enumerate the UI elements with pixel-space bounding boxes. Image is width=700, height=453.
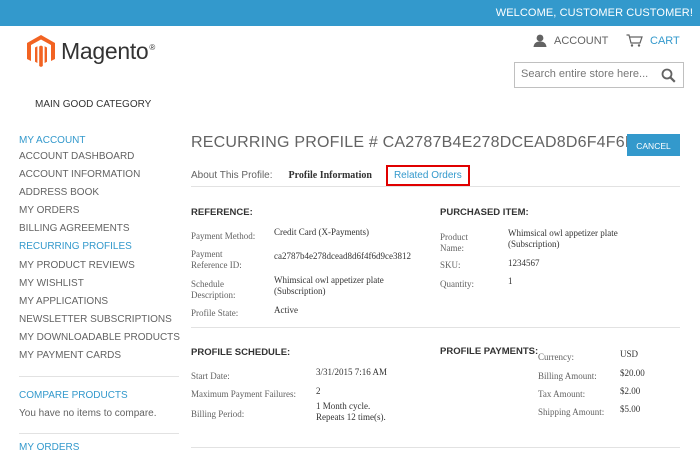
reference-heading: REFERENCE: [191,207,253,218]
schedule-description-label: Schedule Description: [191,279,236,300]
shipping-amount-value: $5.00 [620,404,641,414]
search-icon[interactable] [661,68,676,83]
product-name-value: Whimsical owl appetizer plate (Subscripti… [508,228,618,249]
sidebar-item-account-dashboard[interactable]: ACCOUNT DASHBOARD [19,151,179,169]
billing-period-label: Billing Period: [191,409,245,419]
top-bar: WELCOME, CUSTOMER CUSTOMER! [0,0,700,26]
magento-logo-icon [27,35,55,67]
cancel-button[interactable]: CANCEL [627,134,680,156]
product-name-label: Product Name: [440,232,468,253]
quantity-value: 1 [508,276,513,286]
profile-payments-heading: PROFILE PAYMENTS: [440,346,539,357]
payment-method-label: Payment Method: [191,231,256,241]
currency-value: USD [620,349,639,359]
sidebar-item-my-wishlist[interactable]: MY WISHLIST [19,278,179,296]
cart-icon [626,34,643,47]
compare-products-title: COMPARE PRODUCTS [19,390,128,401]
tax-amount-value: $2.00 [620,386,641,396]
quantity-label: Quantity: [440,279,474,289]
sku-value: 1234567 [508,258,540,268]
page-title: RECURRING PROFILE # CA2787B4E278DCEAD8D6… [191,134,627,151]
account-label: ACCOUNT [554,34,609,47]
cart-link[interactable]: CART [626,34,680,47]
payment-reference-label: Payment Reference ID: [191,249,242,270]
billing-period-value: 1 Month cycle. Repeats 12 time(s). [316,401,386,422]
max-payment-failures-label: Maximum Payment Failures: [191,389,296,399]
cart-label: CART [650,34,680,47]
magento-logo[interactable]: Magento® [26,34,155,68]
search-box [514,62,684,88]
sidebar-item-account-information[interactable]: ACCOUNT INFORMATION [19,169,179,187]
sku-label: SKU: [440,260,461,270]
sidebar-item-my-downloadable-products[interactable]: MY DOWNLOADABLE PRODUCTS [19,332,180,350]
my-orders-block-title: MY ORDERS [19,442,80,453]
tabs-divider [191,186,680,187]
profile-schedule-heading: PROFILE SCHEDULE: [191,347,291,358]
schedule-description-value: Whimsical owl appetizer plate (Subscripti… [274,275,384,296]
billing-amount-label: Billing Amount: [538,371,597,381]
sidebar-divider [19,433,179,434]
tab-related-orders[interactable]: Related Orders [385,165,470,186]
search-input[interactable] [521,68,651,80]
sidebar-divider [19,376,179,377]
sidebar-item-my-payment-cards[interactable]: MY PAYMENT CARDS [19,350,179,368]
currency-label: Currency: [538,352,574,362]
sidebar-item-my-applications[interactable]: MY APPLICATIONS [19,296,179,314]
compare-empty-message: You have no items to compare. [19,408,157,419]
bottom-divider [191,447,680,448]
logo-text: Magento® [61,37,156,64]
sidebar-title: MY ACCOUNT [19,135,86,146]
billing-amount-value: $20.00 [620,368,645,378]
sidebar-item-address-book[interactable]: ADDRESS BOOK [19,187,179,205]
about-profile-label: About This Profile: [191,170,273,181]
start-date-label: Start Date: [191,371,230,381]
sidebar-item-my-product-reviews[interactable]: MY PRODUCT REVIEWS [19,260,179,278]
profile-state-value: Active [274,305,298,315]
payment-method-value: Credit Card (X-Payments) [274,227,369,237]
payment-reference-value: ca2787b4e278dcead8d6f4f6d9ce3812 [274,251,411,261]
sidebar-item-newsletter-subscriptions[interactable]: NEWSLETTER SUBSCRIPTIONS [19,314,179,332]
section-divider [191,327,680,328]
user-icon [533,34,547,47]
sidebar-item-recurring-profiles[interactable]: RECURRING PROFILES [19,241,179,259]
start-date-value: 3/31/2015 7:16 AM [316,367,388,377]
account-link[interactable]: ACCOUNT [533,34,608,47]
welcome-message: WELCOME, CUSTOMER CUSTOMER! [495,7,693,19]
tax-amount-label: Tax Amount: [538,389,586,399]
sidebar-item-billing-agreements[interactable]: BILLING AGREEMENTS [19,223,179,241]
shipping-amount-label: Shipping Amount: [538,407,605,417]
purchased-item-heading: PURCHASED ITEM: [440,207,529,218]
profile-tabs: About This Profile: Profile Information … [191,165,470,186]
max-payment-failures-value: 2 [316,386,321,396]
tab-profile-information[interactable]: Profile Information [289,170,372,181]
nav-main-good-category[interactable]: MAIN GOOD CATEGORY [35,99,151,110]
sidebar-item-my-orders[interactable]: MY ORDERS [19,205,179,223]
account-sidebar: MY ACCOUNT ACCOUNT DASHBOARD ACCOUNT INF… [19,135,180,368]
profile-state-label: Profile State: [191,308,239,318]
